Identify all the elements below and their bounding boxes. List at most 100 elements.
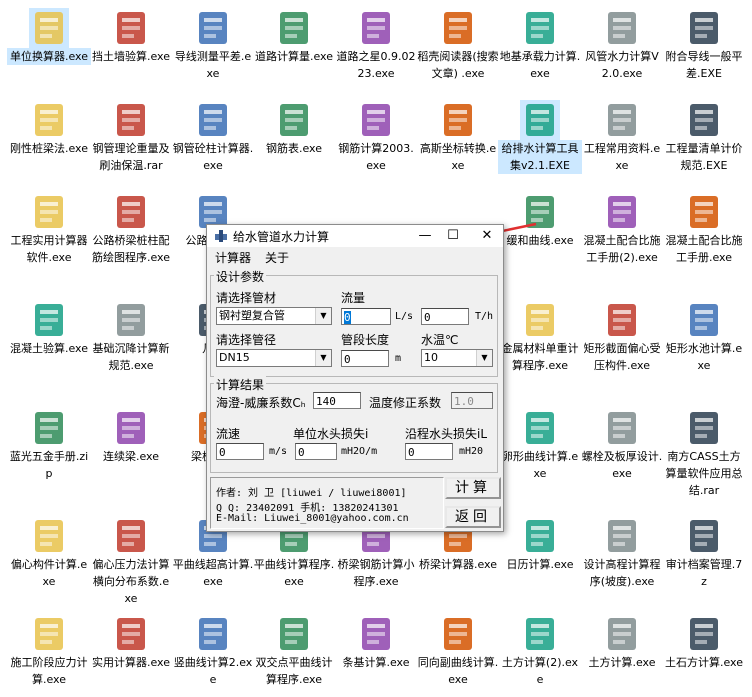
file-icon <box>111 408 151 448</box>
pipe-diameter-label: 请选择管径 <box>216 333 277 347</box>
desktop-icon[interactable]: 导线测量平差.exe <box>171 8 255 82</box>
desktop-icon-label: 实用计算器.exe <box>91 656 170 669</box>
results-label: 计算结果 <box>214 376 267 393</box>
desktop-icon[interactable]: 钢筋计算2003.exe <box>334 100 418 174</box>
desktop-icon[interactable]: 日历计算.exe <box>498 516 582 573</box>
desktop-icon[interactable]: 给排水计算工具集v2.1.EXE <box>498 100 582 174</box>
close-button[interactable]: ✕ <box>473 225 501 247</box>
flow-th-input[interactable]: 0 <box>421 308 469 325</box>
unit-loss-unit: mH2O/m <box>341 446 378 457</box>
file-icon <box>684 614 724 654</box>
desktop-icon[interactable]: 蓝光五金手册.zip <box>7 408 91 482</box>
desktop-icon[interactable]: 基础沉降计算新规范.exe <box>89 300 173 374</box>
file-icon <box>684 8 724 48</box>
desktop-icon-label: 偏心构件计算.exe <box>10 558 88 588</box>
file-icon <box>602 8 642 48</box>
minimize-button[interactable]: — <box>411 225 439 247</box>
file-icon <box>29 100 69 140</box>
desktop-icon-label: 审计档案管理.7z <box>665 558 743 588</box>
desktop-icon[interactable]: 道路之星0.9.0223.exe <box>334 8 418 82</box>
desktop-icon[interactable]: 连续梁.exe <box>89 408 173 465</box>
desktop-icon[interactable]: 单位换算器.exe <box>7 8 91 65</box>
water-pipe-calc-dialog: 给水管道水力计算 — ☐ ✕ 计算器 关于 设计参数 请选择管材 钢衬塑复合管 … <box>206 224 504 532</box>
desktop-icon-label: 稻壳阅读器(搜索文章) .exe <box>417 50 499 80</box>
desktop-icon-label: 桥梁钢筋计算小程序.exe <box>337 558 415 588</box>
desktop-icon[interactable]: 审计档案管理.7z <box>662 516 746 590</box>
temp-coef-input: 1.0 <box>451 392 493 409</box>
desktop-icon[interactable]: 南方CASS土方算量软件应用总结.rar <box>662 408 746 499</box>
desktop-icon[interactable]: 施工阶段应力计算.exe <box>7 614 91 688</box>
back-button[interactable]: 返回 <box>445 506 501 528</box>
desktop-icon[interactable]: 公路桥梁桩柱配筋绘图程序.exe <box>89 192 173 266</box>
file-icon <box>684 516 724 556</box>
desktop-icon[interactable]: 附合导线一般平差.EXE <box>662 8 746 82</box>
flow-ls-input[interactable]: 0 <box>341 308 391 325</box>
desktop-icon-label: 钢筋计算2003.exe <box>338 142 414 172</box>
file-icon <box>684 300 724 340</box>
desktop-icon[interactable]: 矩形截面偏心受压构件.exe <box>580 300 664 374</box>
file-icon <box>274 100 314 140</box>
file-icon <box>111 516 151 556</box>
desktop-icon-label: 混凝土配合比施工手册(2).exe <box>583 234 661 264</box>
desktop-icon[interactable]: 稻壳阅读器(搜索文章) .exe <box>416 8 500 82</box>
water-temp-select[interactable]: 10 ▼ <box>421 349 493 367</box>
desktop-icon[interactable]: 工程量清单计价规范.EXE <box>662 100 746 174</box>
desktop-icon[interactable]: 混凝土配合比施工手册.exe <box>662 192 746 266</box>
menu-about[interactable]: 关于 <box>265 249 289 266</box>
desktop-icon[interactable]: 卵形曲线计算.exe <box>498 408 582 482</box>
desktop-icon[interactable]: 混凝土验算.exe <box>7 300 91 357</box>
desktop-icon[interactable]: 偏心构件计算.exe <box>7 516 91 590</box>
file-icon <box>193 8 233 48</box>
desktop-icon[interactable]: 设计高程计算程序(坡度).exe <box>580 516 664 590</box>
desktop-icon-label: 施工阶段应力计算.exe <box>10 656 88 686</box>
desktop-icon[interactable]: 实用计算器.exe <box>89 614 173 671</box>
desktop-icon[interactable]: 缓和曲线.exe <box>498 192 582 249</box>
pipe-material-select[interactable]: 钢衬塑复合管 ▼ <box>216 307 332 325</box>
desktop-icon-label: 蓝光五金手册.zip <box>9 450 89 480</box>
velocity-output: 0 <box>216 443 264 460</box>
desktop-icon[interactable]: 偏心压力法计算横向分布系数.exe <box>89 516 173 607</box>
desktop-icon[interactable]: 风管水力计算V2.0.exe <box>580 8 664 82</box>
desktop-icon[interactable]: 地基承载力计算.exe <box>498 8 582 82</box>
desktop-icon-label: 高斯坐标转换.exe <box>419 142 497 172</box>
file-icon <box>602 192 642 232</box>
desktop-icon-label: 土方计算.exe <box>588 656 656 669</box>
desktop-icon-label: 工程常用资料.exe <box>583 142 661 172</box>
pipe-diameter-select[interactable]: DN15 ▼ <box>216 349 332 367</box>
desktop-icon[interactable]: 混凝土配合比施工手册(2).exe <box>580 192 664 266</box>
hazen-williams-input[interactable]: 140 <box>313 392 361 409</box>
desktop-icon[interactable]: 矩形水池计算.exe <box>662 300 746 374</box>
desktop-icon-label: 钢筋表.exe <box>265 142 322 155</box>
desktop-icon[interactable]: 同向副曲线计算.exe <box>416 614 500 688</box>
desktop-icon[interactable]: 高斯坐标转换.exe <box>416 100 500 174</box>
desktop-icon[interactable]: 钢筋表.exe <box>252 100 336 157</box>
desktop-icon[interactable]: 双交点平曲线计算程序.exe <box>252 614 336 688</box>
desktop-icon[interactable]: 金属材料单重计算程序.exe <box>498 300 582 374</box>
desktop-icon[interactable]: 钢管理论重量及刷油保温.rar <box>89 100 173 174</box>
desktop-icon[interactable]: 钢管砼柱计算器.exe <box>171 100 255 174</box>
maximize-button[interactable]: ☐ <box>439 225 467 247</box>
desktop-icon-label: 矩形水池计算.exe <box>665 342 743 372</box>
desktop-icon-label: 道路之星0.9.0223.exe <box>336 50 416 80</box>
desktop-icon-label: 地基承载力计算.exe <box>499 50 581 80</box>
file-icon <box>520 516 560 556</box>
file-icon <box>520 192 560 232</box>
chevron-down-icon: ▼ <box>476 350 492 366</box>
desktop-icon[interactable]: 工程实用计算器软件.exe <box>7 192 91 266</box>
desktop-icon[interactable]: 刚性桩梁法.exe <box>7 100 91 157</box>
length-input[interactable]: 0 <box>341 350 389 367</box>
menu-calculator[interactable]: 计算器 <box>215 249 251 266</box>
desktop-icon[interactable]: 螺栓及板厚设计.exe <box>580 408 664 482</box>
desktop-icon[interactable]: 竖曲线计算2.exe <box>171 614 255 688</box>
desktop-icon[interactable]: 土方计算(2).exe <box>498 614 582 688</box>
desktop-icon[interactable]: 条基计算.exe <box>334 614 418 671</box>
desktop-icon[interactable]: 挡土墙验算.exe <box>89 8 173 65</box>
desktop-icon[interactable]: 土石方计算.exe <box>662 614 746 671</box>
desktop-icon[interactable]: 工程常用资料.exe <box>580 100 664 174</box>
water-temp-label: 水温℃ <box>421 333 459 347</box>
file-icon <box>684 100 724 140</box>
desktop-icon[interactable]: 土方计算.exe <box>580 614 664 671</box>
calculate-button[interactable]: 计算 <box>445 477 501 499</box>
desktop-icon-label: 连续梁.exe <box>102 450 159 463</box>
desktop-icon[interactable]: 道路计算量.exe <box>252 8 336 65</box>
